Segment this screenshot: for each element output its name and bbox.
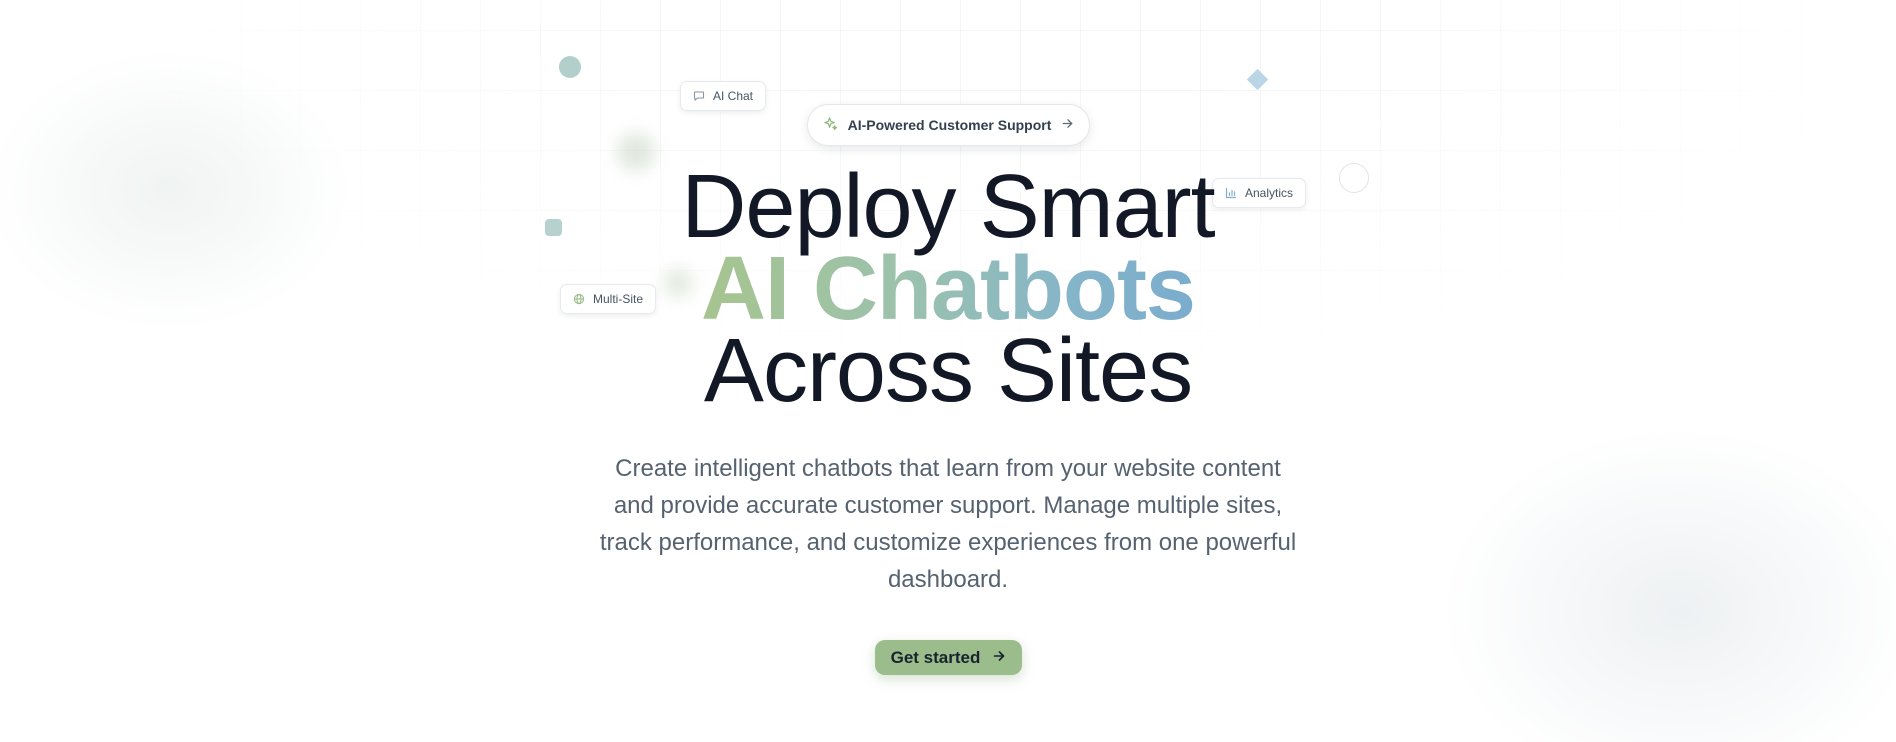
ai-chat-badge: AI Chat <box>680 81 767 111</box>
get-started-button[interactable]: Get started <box>875 640 1022 675</box>
sparkles-icon <box>823 116 838 134</box>
chat-bubble-icon <box>693 90 705 102</box>
hero-description: Create intelligent chatbots that learn f… <box>599 455 1297 593</box>
hero-headline: Deploy Smart AI Chatbots Across Sites <box>0 157 1896 421</box>
announcement-label: AI-Powered Customer Support <box>847 117 1052 133</box>
headline-line-1: Deploy Smart <box>681 157 1215 257</box>
ai-chat-badge-label: AI Chat <box>713 89 754 103</box>
announcement-pill[interactable]: AI-Powered Customer Support <box>807 104 1090 146</box>
headline-accent-text: AI Chatbots <box>701 239 1196 339</box>
decorative-circle <box>559 56 581 78</box>
headline-line-3: Across Sites <box>703 321 1193 421</box>
arrow-right-icon <box>992 648 1006 668</box>
arrow-right-icon <box>1061 117 1074 133</box>
headline-line-2: AI Chatbots <box>0 239 1896 339</box>
get-started-label: Get started <box>890 647 981 667</box>
